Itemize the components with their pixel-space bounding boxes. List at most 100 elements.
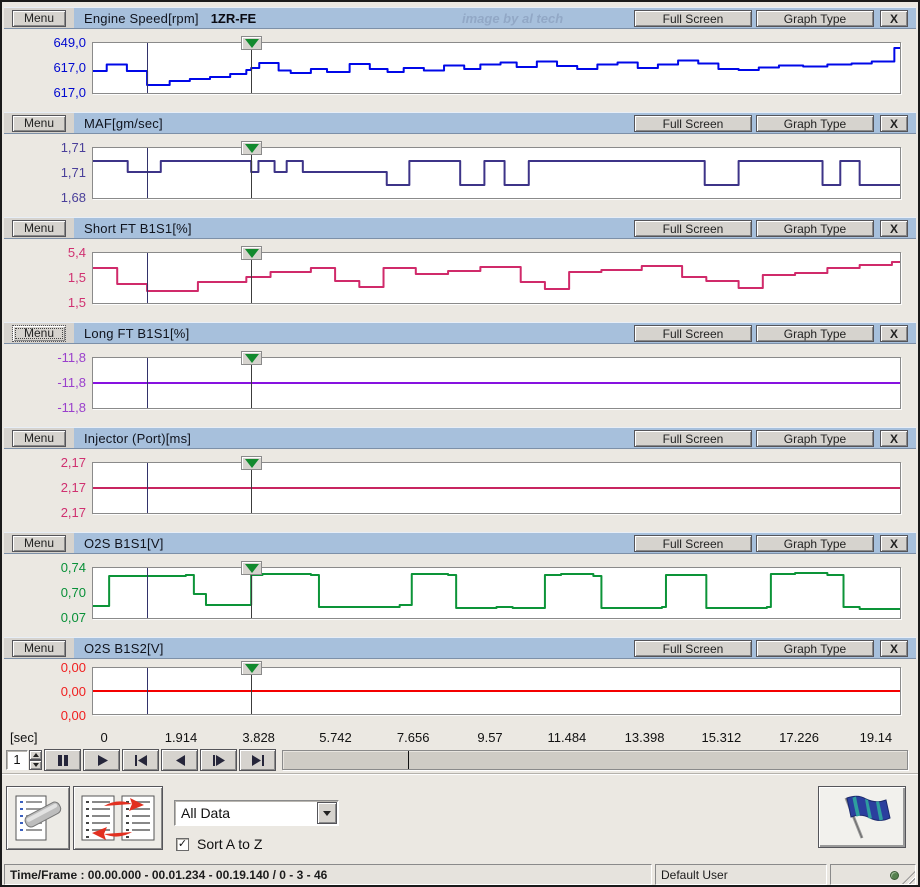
full-screen-button[interactable]: Full Screen bbox=[634, 535, 752, 552]
graph-type-button[interactable]: Graph Type bbox=[756, 640, 874, 657]
cursor-triangle-icon bbox=[245, 459, 259, 468]
go-to-start-button[interactable] bbox=[122, 749, 159, 771]
menu-button[interactable]: Menu bbox=[12, 115, 66, 132]
current-user-status: Default User bbox=[655, 864, 827, 885]
playback-cursor-line bbox=[147, 358, 148, 408]
timeline-tick: 0 bbox=[101, 730, 108, 745]
chart-area[interactable] bbox=[92, 147, 901, 199]
swap-lists-icon bbox=[80, 792, 156, 844]
resize-grip[interactable] bbox=[902, 871, 915, 884]
selected-frame-cursor-line bbox=[251, 148, 252, 198]
menu-button[interactable]: Menu bbox=[12, 325, 66, 342]
close-button[interactable]: X bbox=[880, 325, 908, 342]
axis-min-value: 1,68 bbox=[4, 191, 86, 204]
axis-cur-value: 1,71 bbox=[4, 166, 86, 179]
close-button[interactable]: X bbox=[880, 220, 908, 237]
step-back-icon bbox=[172, 754, 188, 767]
full-screen-button[interactable]: Full Screen bbox=[634, 640, 752, 657]
close-button[interactable]: X bbox=[880, 535, 908, 552]
graph-type-button[interactable]: Graph Type bbox=[756, 430, 874, 447]
playback-cursor-line bbox=[147, 148, 148, 198]
full-screen-button[interactable]: Full Screen bbox=[634, 220, 752, 237]
cursor-marker-handle[interactable] bbox=[241, 561, 262, 575]
cursor-marker-handle[interactable] bbox=[241, 246, 262, 260]
timeline-tick: 5.742 bbox=[319, 730, 352, 745]
cursor-marker-handle[interactable] bbox=[241, 36, 262, 50]
skip-to-end-icon bbox=[250, 754, 266, 767]
panel-body: 2,17 2,17 2,17 bbox=[4, 449, 916, 532]
selected-frame-cursor-line bbox=[251, 358, 252, 408]
close-button[interactable]: X bbox=[880, 640, 908, 657]
menu-button[interactable]: Menu bbox=[12, 430, 66, 447]
panel-o2s-b1s2: Menu O2S B1S2[V] Full Screen Graph Type … bbox=[4, 637, 916, 729]
menu-cell: Menu bbox=[4, 533, 74, 553]
frame-step-field[interactable]: 1 bbox=[6, 750, 28, 770]
cursor-marker-handle[interactable] bbox=[241, 456, 262, 470]
axis-max-value: 0,00 bbox=[4, 661, 86, 674]
selected-frame-cursor-line bbox=[251, 253, 252, 303]
menu-button[interactable]: Menu bbox=[12, 535, 66, 552]
selected-frame-cursor-line bbox=[251, 43, 252, 93]
panel-body: 5,4 1,5 1,5 bbox=[4, 239, 916, 322]
scrollbar-position-marker[interactable] bbox=[408, 751, 409, 769]
chart-area[interactable] bbox=[92, 357, 901, 409]
close-button[interactable]: X bbox=[880, 10, 908, 27]
menu-cell: Menu bbox=[4, 428, 74, 448]
go-to-end-button[interactable] bbox=[239, 749, 276, 771]
axis-min-value: 1,5 bbox=[4, 296, 86, 309]
chart-area[interactable] bbox=[92, 567, 901, 619]
graph-type-button[interactable]: Graph Type bbox=[756, 220, 874, 237]
chevron-down-icon bbox=[323, 811, 331, 816]
cursor-triangle-icon bbox=[245, 144, 259, 153]
full-screen-button[interactable]: Full Screen bbox=[634, 430, 752, 447]
spinner-up-button[interactable] bbox=[29, 750, 42, 760]
full-screen-button[interactable]: Full Screen bbox=[634, 325, 752, 342]
axis-min-value: 0,07 bbox=[4, 611, 86, 624]
graph-type-button[interactable]: Graph Type bbox=[756, 115, 874, 132]
connection-status-dot bbox=[890, 871, 899, 880]
panel-title: MAF[gm/sec] bbox=[84, 116, 163, 131]
close-button[interactable]: X bbox=[880, 430, 908, 447]
step-back-button[interactable] bbox=[161, 749, 198, 771]
frame-step-spinner: 1 bbox=[6, 750, 42, 770]
menu-button[interactable]: Menu bbox=[12, 640, 66, 657]
pause-icon bbox=[55, 754, 71, 767]
timeline-tick: 17.226 bbox=[779, 730, 819, 745]
full-screen-button[interactable]: Full Screen bbox=[634, 115, 752, 132]
playback-cursor-line bbox=[147, 668, 148, 714]
record-list-button[interactable] bbox=[6, 786, 70, 850]
chart-area[interactable] bbox=[92, 252, 901, 304]
cursor-marker-handle[interactable] bbox=[241, 661, 262, 675]
playback-cursor-line bbox=[147, 253, 148, 303]
panel-injector: Menu Injector (Port)[ms] Full Screen Gra… bbox=[4, 427, 916, 532]
flag-button[interactable] bbox=[818, 786, 906, 848]
graph-type-button[interactable]: Graph Type bbox=[756, 325, 874, 342]
arrow-down-icon bbox=[33, 763, 39, 767]
swap-lists-button[interactable] bbox=[73, 786, 163, 850]
full-screen-button[interactable]: Full Screen bbox=[634, 10, 752, 27]
cursor-marker-handle[interactable] bbox=[241, 351, 262, 365]
close-button[interactable]: X bbox=[880, 115, 908, 132]
transport-bar: 1 bbox=[4, 747, 916, 773]
graph-type-button[interactable]: Graph Type bbox=[756, 10, 874, 27]
axis-max-value: -11,8 bbox=[4, 351, 86, 364]
chart-area[interactable] bbox=[92, 667, 901, 715]
cursor-marker-handle[interactable] bbox=[241, 141, 262, 155]
timeline-ticks: 01.9143.8285.7427.6569.5711.48413.39815.… bbox=[92, 730, 901, 746]
pause-button[interactable] bbox=[44, 749, 81, 771]
menu-button[interactable]: Menu bbox=[12, 220, 66, 237]
panel-title: Short FT B1S1[%] bbox=[84, 221, 192, 236]
graph-type-button[interactable]: Graph Type bbox=[756, 535, 874, 552]
menu-button[interactable]: Menu bbox=[12, 10, 66, 27]
step-forward-button[interactable] bbox=[200, 749, 237, 771]
chart-area[interactable] bbox=[92, 462, 901, 514]
bottom-toolbar: All Data ✓ Sort A to Z bbox=[2, 773, 918, 862]
spinner-down-button[interactable] bbox=[29, 760, 42, 770]
axis-max-value: 5,4 bbox=[4, 246, 86, 259]
play-button[interactable] bbox=[83, 749, 120, 771]
chart-area[interactable] bbox=[92, 42, 901, 94]
data-filter-select[interactable]: All Data bbox=[174, 800, 339, 826]
timeline-scrollbar[interactable] bbox=[282, 750, 908, 770]
dropdown-arrow-button[interactable] bbox=[317, 802, 337, 824]
sort-checkbox[interactable]: ✓ bbox=[176, 838, 189, 851]
